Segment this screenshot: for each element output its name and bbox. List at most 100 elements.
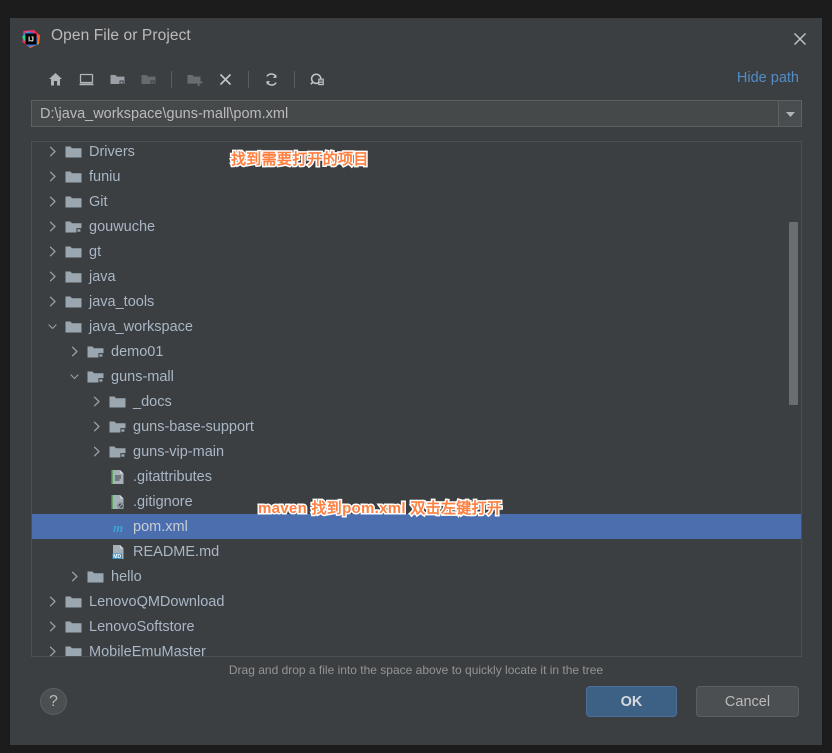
svg-text:IJ: IJ (28, 37, 34, 44)
folder-module-icon (109, 439, 126, 464)
module-folder-icon (133, 64, 164, 95)
tree-row[interactable]: funiu (32, 164, 801, 189)
tree-row[interactable]: guns-mall (32, 364, 801, 389)
tree-row[interactable]: guns-base-support (32, 414, 801, 439)
tree-row[interactable]: MobileEmuMaster (32, 639, 801, 656)
dialog-footer: ? OK Cancel (10, 683, 822, 745)
tree-row[interactable]: hello (32, 564, 801, 589)
chevron-down-icon[interactable] (48, 314, 57, 339)
show-hidden-icon[interactable] (302, 64, 333, 95)
tree-row-label: .gitattributes (133, 468, 212, 485)
tree-row[interactable]: .gitignore (32, 489, 801, 514)
tree-row[interactable]: java (32, 264, 801, 289)
chevron-right-icon[interactable] (48, 589, 57, 614)
tree-row[interactable]: demo01 (32, 339, 801, 364)
chevron-right-icon[interactable] (92, 439, 101, 464)
chevron-right-icon[interactable] (48, 639, 57, 656)
chevron-right-icon[interactable] (92, 389, 101, 414)
folder-module-icon (65, 214, 82, 239)
chevron-right-icon[interactable] (48, 189, 57, 214)
home-icon[interactable] (40, 64, 71, 95)
tree-row[interactable]: .gitattributes (32, 464, 801, 489)
project-folder-icon[interactable] (102, 64, 133, 95)
folder-icon (65, 264, 82, 289)
tree-row[interactable]: java_tools (32, 289, 801, 314)
chevron-down-icon[interactable] (70, 364, 79, 389)
tree-row-label: Git (89, 193, 108, 210)
tree-row[interactable]: MD README.md (32, 539, 801, 564)
open-file-or-project-dialog: IJ Open File or Project Hide path D:\jav… (10, 18, 822, 745)
tree-scrollbar[interactable] (788, 144, 799, 654)
tree-row-label: java_tools (89, 293, 155, 310)
svg-text:m: m (112, 520, 122, 535)
folder-module-icon (109, 414, 126, 439)
folder-icon (65, 189, 82, 214)
help-button[interactable]: ? (40, 688, 67, 715)
screen: IJ Open File or Project Hide path D:\jav… (0, 0, 832, 753)
delete-icon[interactable] (210, 64, 241, 95)
chevron-right-icon[interactable] (92, 414, 101, 439)
folder-icon (65, 239, 82, 264)
folder-icon (87, 564, 104, 589)
chevron-right-icon[interactable] (48, 214, 57, 239)
folder-module-icon (87, 339, 104, 364)
chevron-right-icon[interactable] (48, 289, 57, 314)
chevron-right-icon[interactable] (70, 564, 79, 589)
folder-icon (65, 589, 82, 614)
tree-row-label: README.md (133, 543, 220, 560)
tree-row-label: LenovoQMDownload (89, 593, 225, 610)
toolbar-buttons (40, 59, 333, 100)
path-input[interactable] (31, 100, 778, 127)
chevron-down-icon[interactable] (778, 100, 802, 127)
refresh-icon[interactable] (256, 64, 287, 95)
tree-row-label: guns-vip-main (133, 443, 225, 460)
file-tree-rows: Drivers funiu Git gouwuche gt java java_toolsj… (32, 142, 801, 656)
tree-row-label: guns-base-support (133, 418, 254, 435)
tree-row[interactable]: Drivers (32, 142, 801, 164)
file-tree[interactable]: Drivers funiu Git gouwuche gt java java_toolsj… (31, 141, 802, 657)
tree-row-label: .gitignore (133, 493, 193, 510)
file-md-icon: MD (109, 539, 126, 564)
chevron-right-icon[interactable] (48, 164, 57, 189)
tree-row[interactable]: _docs (32, 389, 801, 414)
folder-module-icon (87, 364, 104, 389)
tree-row[interactable]: java_workspace (32, 314, 801, 339)
toolbar-separator (294, 71, 295, 88)
folder-icon (65, 639, 82, 656)
tree-row-label: gouwuche (89, 218, 156, 235)
desktop-icon[interactable] (71, 64, 102, 95)
tree-row[interactable]: m pom.xml (32, 514, 801, 539)
tree-row-label: guns-mall (111, 368, 174, 385)
file-text-icon (109, 464, 126, 489)
folder-icon (109, 389, 126, 414)
chevron-right-icon[interactable] (48, 264, 57, 289)
tree-row[interactable]: guns-vip-main (32, 439, 801, 464)
chevron-right-icon[interactable] (48, 142, 57, 164)
tree-row[interactable]: LenovoQMDownload (32, 589, 801, 614)
window-title: Open File or Project (51, 27, 191, 44)
tree-row[interactable]: gouwuche (32, 214, 801, 239)
chevron-right-icon[interactable] (70, 339, 79, 364)
tree-row[interactable]: Git (32, 189, 801, 214)
chevron-right-icon[interactable] (48, 239, 57, 264)
folder-icon (65, 614, 82, 639)
tree-row-label: pom.xml (133, 518, 188, 535)
tree-row[interactable]: LenovoSoftstore (32, 614, 801, 639)
tree-row[interactable]: gt (32, 239, 801, 264)
path-row (31, 100, 802, 134)
ok-button[interactable]: OK (586, 686, 677, 717)
drag-drop-hint: Drag and drop a file into the space abov… (228, 663, 604, 677)
folder-icon (65, 142, 82, 164)
toolbar-separator (171, 71, 172, 88)
svg-text:MD: MD (113, 554, 121, 560)
tree-scrollbar-thumb[interactable] (789, 222, 798, 405)
chevron-right-icon[interactable] (48, 614, 57, 639)
hide-path-link[interactable]: Hide path (737, 70, 799, 86)
tree-row-label: java (89, 268, 116, 285)
cancel-button[interactable]: Cancel (696, 686, 799, 717)
folder-icon (65, 164, 82, 189)
close-icon[interactable] (778, 18, 822, 59)
toolbar-separator (248, 71, 249, 88)
